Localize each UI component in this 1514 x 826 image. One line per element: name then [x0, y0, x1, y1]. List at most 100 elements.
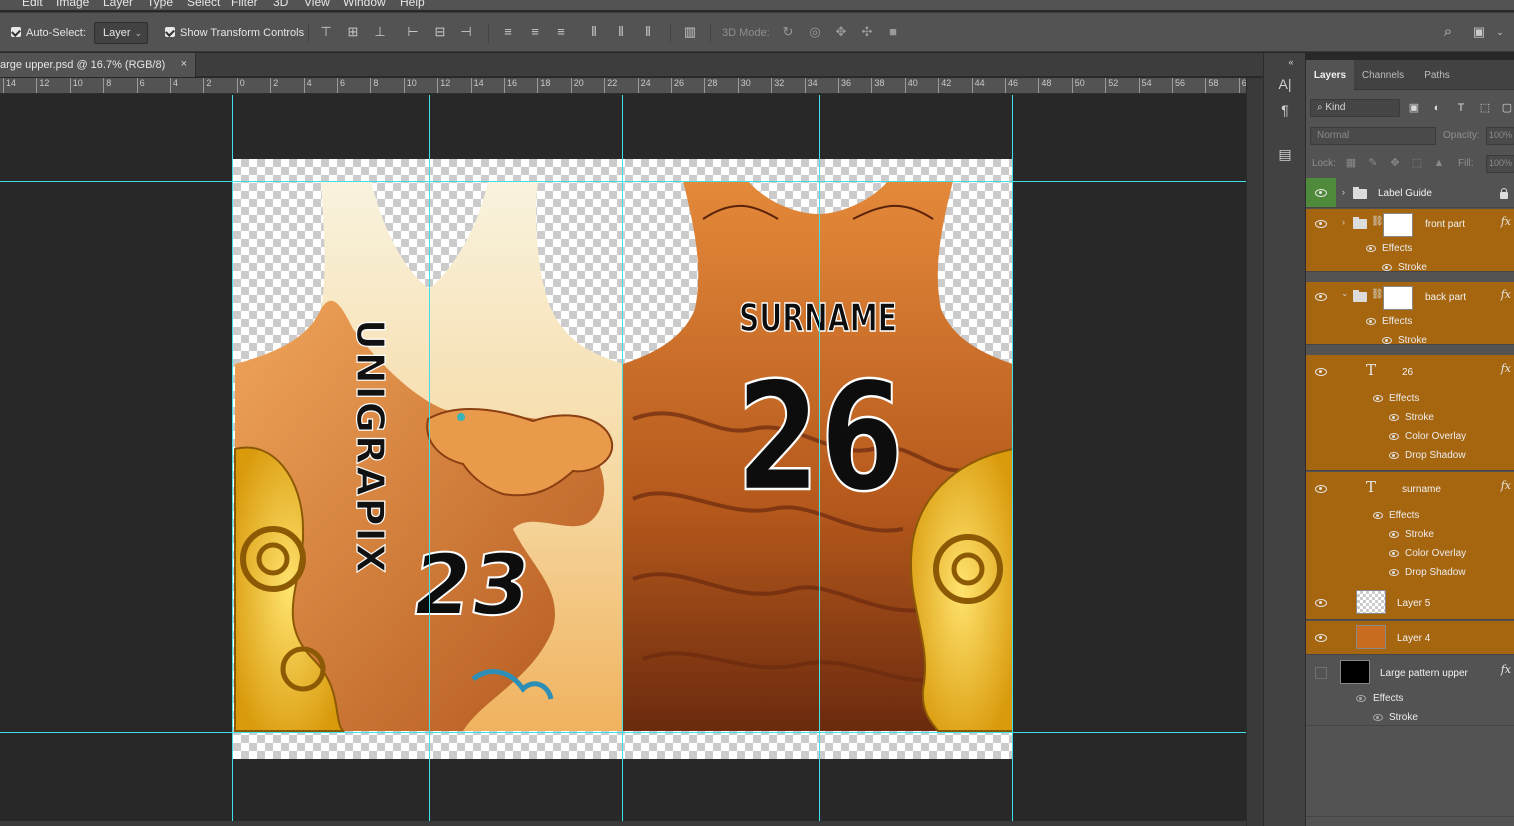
layer-row-26[interactable]: T 26 fx Effects Stroke Color Overlay Dro… — [1306, 355, 1514, 471]
menu-type[interactable]: Type — [147, 0, 173, 9]
menu-select[interactable]: Select — [187, 0, 220, 9]
workspace-icon[interactable]: ▣ — [1471, 24, 1487, 40]
character-panel-icon[interactable]: A| — [1276, 75, 1294, 93]
menu-window[interactable]: Window — [343, 0, 386, 9]
fx-icon[interactable]: fx — [1501, 288, 1511, 301]
eye-icon[interactable] — [1373, 395, 1383, 402]
layer-row-layer-4[interactable]: Layer 4 — [1306, 621, 1514, 655]
document-canvas[interactable]: UNIGRAPIX 23 SURNAME 26 — [233, 159, 1013, 759]
eye-icon[interactable] — [1389, 433, 1399, 440]
align-top-icon[interactable]: ⊤ — [318, 24, 334, 40]
visibility-toggle[interactable] — [1306, 586, 1336, 619]
fx-icon[interactable]: fx — [1501, 663, 1511, 676]
visibility-toggle[interactable] — [1306, 209, 1336, 271]
auto-select-target-dropdown[interactable]: Layer ⌄ — [94, 22, 148, 44]
align-bottom-icon[interactable]: ⊥ — [372, 24, 388, 40]
opacity-input[interactable]: 100% — [1486, 127, 1514, 145]
guide-horizontal[interactable] — [0, 732, 1246, 733]
visibility-toggle[interactable] — [1306, 656, 1336, 725]
layer-filter-kind-dropdown[interactable]: ⌕ Kind — [1310, 99, 1400, 117]
menu-filter[interactable]: Filter — [231, 0, 258, 9]
menu-help[interactable]: Help — [400, 0, 425, 9]
layer-row-back-part[interactable]: ⌄ ⛓ back part fx Effects Stroke — [1306, 282, 1514, 346]
align-left-icon[interactable]: ⊢ — [405, 24, 421, 40]
tab-layers[interactable]: Layers — [1306, 60, 1354, 90]
blend-mode-dropdown[interactable]: Normal — [1310, 127, 1436, 145]
layer-row-label-guide[interactable]: › Label Guide — [1306, 178, 1514, 208]
align-vcenter-icon[interactable]: ⊞ — [345, 24, 361, 40]
guide-vertical[interactable] — [232, 95, 233, 821]
canvas-area[interactable]: UNIGRAPIX 23 SURNAME 26 — [0, 95, 1246, 821]
menu-layer[interactable]: Layer — [103, 0, 133, 9]
search-icon[interactable]: ⌕ — [1440, 24, 1456, 40]
show-transform-checkbox[interactable] — [165, 27, 175, 37]
guide-vertical[interactable] — [819, 95, 820, 821]
3d-roll-icon[interactable]: ◎ — [807, 24, 823, 40]
menu-view[interactable]: View — [304, 0, 330, 9]
filter-pixel-icon[interactable]: ▣ — [1407, 101, 1421, 115]
vertical-scrollbar[interactable] — [1246, 78, 1263, 826]
eye-icon[interactable] — [1382, 264, 1392, 271]
visibility-toggle[interactable] — [1306, 472, 1336, 587]
chevron-right-icon[interactable]: › — [1342, 217, 1345, 227]
eye-icon[interactable] — [1389, 452, 1399, 459]
fill-input[interactable]: 100% — [1486, 155, 1514, 173]
collapse-arrows-icon[interactable]: « — [1286, 53, 1296, 71]
align-right-icon[interactable]: ⊣ — [458, 24, 474, 40]
3d-orbit-icon[interactable]: ↻ — [780, 24, 796, 40]
tab-channels[interactable]: Channels — [1354, 60, 1412, 90]
guide-vertical[interactable] — [622, 95, 623, 821]
filter-type-icon[interactable]: T — [1454, 101, 1468, 115]
guide-horizontal[interactable] — [0, 181, 1246, 182]
distribute-left-icon[interactable]: ⫴ — [586, 24, 602, 40]
paragraph-panel-icon[interactable]: ¶ — [1276, 101, 1294, 119]
layer-thumbnail[interactable] — [1340, 660, 1370, 684]
lock-image-icon[interactable]: ✎ — [1366, 156, 1380, 170]
chevron-down-icon[interactable]: ⌄ — [1341, 288, 1349, 299]
distribute-bottom-icon[interactable]: ≡ — [553, 24, 569, 40]
tab-paths[interactable]: Paths — [1412, 60, 1462, 90]
lock-position-icon[interactable]: ✥ — [1388, 156, 1402, 170]
guide-vertical[interactable] — [429, 95, 430, 821]
eye-icon[interactable] — [1366, 245, 1376, 252]
layer-row-front-part[interactable]: › ⛓ front part fx Effects Stroke — [1306, 209, 1514, 273]
guide-vertical[interactable] — [1012, 95, 1013, 821]
menu-3d[interactable]: 3D — [273, 0, 288, 9]
visibility-toggle[interactable] — [1306, 355, 1336, 470]
visibility-toggle[interactable] — [1306, 282, 1336, 344]
3d-camera-icon[interactable]: ■ — [885, 24, 901, 40]
distribute-right-icon[interactable]: ⫴ — [640, 24, 656, 40]
layer-mask-thumbnail[interactable] — [1383, 286, 1413, 310]
visibility-toggle[interactable] — [1306, 178, 1336, 207]
layer-row-layer-5[interactable]: Layer 5 — [1306, 586, 1514, 620]
eye-icon[interactable] — [1373, 512, 1383, 519]
filter-adjustment-icon[interactable]: ◐ — [1430, 101, 1444, 115]
eye-icon[interactable] — [1366, 318, 1376, 325]
eye-icon[interactable] — [1356, 695, 1366, 702]
auto-select-checkbox[interactable] — [11, 27, 21, 37]
distribute-hcenter-icon[interactable]: ⫴ — [613, 24, 629, 40]
filter-shape-icon[interactable]: ⬚ — [1478, 101, 1492, 115]
lock-artboard-icon[interactable]: ⬚ — [1410, 156, 1424, 170]
eye-icon[interactable] — [1389, 569, 1399, 576]
fx-icon[interactable]: fx — [1501, 479, 1511, 492]
filter-smart-object-icon[interactable]: ▢ — [1500, 101, 1514, 115]
menu-edit[interactable]: Edit — [22, 0, 43, 9]
layer-thumbnail[interactable] — [1356, 625, 1386, 649]
eye-icon[interactable] — [1389, 414, 1399, 421]
properties-panel-icon[interactable]: ▤ — [1276, 145, 1294, 163]
document-tab[interactable]: arge upper.psd @ 16.7% (RGB/8) × — [0, 53, 196, 77]
distribute-vcenter-icon[interactable]: ≡ — [527, 24, 543, 40]
fx-icon[interactable]: fx — [1501, 215, 1511, 228]
chevron-right-icon[interactable]: › — [1342, 187, 1345, 197]
layer-mask-thumbnail[interactable] — [1383, 213, 1413, 237]
eye-icon[interactable] — [1389, 550, 1399, 557]
layer-row-surname[interactable]: T surname fx Effects Stroke Color Overla… — [1306, 472, 1514, 588]
layer-thumbnail[interactable] — [1356, 590, 1386, 614]
visibility-toggle[interactable] — [1306, 621, 1336, 654]
3d-pan-icon[interactable]: ✥ — [833, 24, 849, 40]
menu-image[interactable]: Image — [56, 0, 89, 9]
layer-row-large-pattern-upper[interactable]: Large pattern upper fx Effects Stroke — [1306, 656, 1514, 726]
eye-icon[interactable] — [1389, 531, 1399, 538]
chevron-down-icon[interactable]: ⌄ — [1492, 24, 1508, 40]
